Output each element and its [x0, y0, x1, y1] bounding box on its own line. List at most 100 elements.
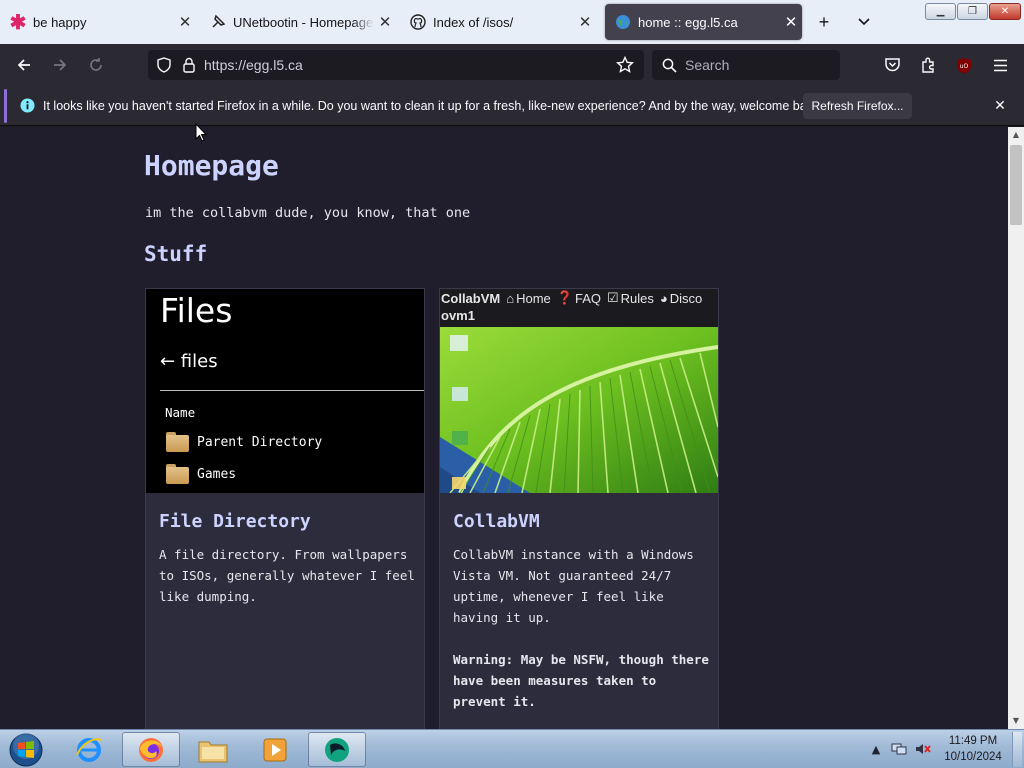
svg-text:uO: uO — [960, 63, 969, 70]
tab-strip: ✱ be happy ✕ UNetbootin - Homepage and..… — [0, 0, 1024, 44]
folder-icon — [166, 464, 189, 484]
tab-index-isos[interactable]: Index of /isos/ ✕ — [400, 4, 596, 40]
refresh-firefox-button[interactable]: Refresh Firefox... — [803, 93, 912, 119]
tab-title: be happy — [33, 14, 87, 30]
thumb-nav-home: Home — [516, 290, 551, 306]
firefox-icon — [139, 737, 163, 762]
thumb-navbar: CollabVM ⌂ Home ❓ FAQ ☑ Rules ◕ Disco — [441, 289, 702, 307]
search-icon — [662, 58, 677, 73]
pocket-icon — [884, 58, 900, 72]
thumb-subtitle: ovm1 — [441, 308, 475, 323]
close-icon[interactable]: ✕ — [574, 13, 596, 31]
clipboard-icon: ☑ — [606, 290, 619, 305]
restore-button[interactable]: ❐ — [957, 3, 988, 20]
taskbar-explorer[interactable] — [184, 732, 242, 767]
taskbar-firefox[interactable] — [122, 732, 180, 767]
tab-unetbootin[interactable]: UNetbootin - Homepage and... ✕ — [200, 4, 396, 40]
scroll-up-icon[interactable]: ▲ — [1008, 127, 1024, 141]
show-hidden-icons[interactable]: ▲ — [868, 741, 884, 757]
taskbar-internet-explorer[interactable] — [60, 732, 118, 767]
card-thumbnail[interactable]: CollabVM ⌂ Home ❓ FAQ ☑ Rules ◕ Disco ovm1 — [440, 289, 718, 493]
vertical-scrollbar[interactable]: ▲ ▼ — [1008, 127, 1024, 729]
mouse-cursor-icon — [195, 123, 207, 142]
puzzle-icon — [921, 57, 934, 73]
tab-title: UNetbootin - Homepage and... — [233, 14, 374, 30]
chevron-down-icon — [858, 18, 870, 26]
pocket-button[interactable] — [880, 53, 904, 77]
card-description: CollabVM instance with a Windows Vista V… — [453, 547, 694, 625]
search-bar[interactable]: Search — [652, 50, 840, 80]
card-title[interactable]: File Directory — [159, 511, 311, 532]
list-item-label: Games — [197, 466, 237, 482]
card-file-directory[interactable]: Files ← files Name Parent Directory Game… — [145, 288, 425, 729]
card-title[interactable]: CollabVM — [453, 511, 540, 532]
ublock-origin-icon: uO — [957, 57, 971, 73]
tab-home-egg[interactable]: home :: egg.l5.ca ✕ — [605, 4, 802, 40]
star-icon[interactable] — [616, 56, 634, 74]
media-player-icon — [263, 738, 287, 761]
folder-icon — [166, 432, 189, 452]
info-icon — [20, 98, 35, 113]
taskbar-app[interactable] — [308, 732, 366, 767]
lock-icon[interactable] — [182, 57, 196, 73]
forward-button[interactable] — [48, 53, 72, 77]
tab-title: Index of /isos/ — [433, 14, 514, 30]
taskbar: ▲ 11:49 PM 10/10/2024 — [0, 729, 1024, 768]
back-button[interactable] — [12, 53, 36, 77]
close-window-button[interactable]: ✕ — [989, 3, 1021, 20]
card-collabvm[interactable]: CollabVM ⌂ Home ❓ FAQ ☑ Rules ◕ Disco ovm1 — [439, 288, 719, 729]
reload-button[interactable] — [84, 53, 108, 77]
network-icon[interactable] — [891, 741, 907, 757]
thumb-brand: CollabVM — [441, 290, 501, 306]
scrollbar-thumb[interactable] — [1010, 145, 1022, 225]
extensions-button[interactable] — [916, 53, 940, 77]
thumb-nav-faq: FAQ — [574, 290, 601, 306]
arrow-right-icon — [54, 59, 67, 71]
windows-orb-icon — [9, 732, 43, 766]
internet-explorer-icon — [76, 737, 102, 762]
list-item: Games — [166, 464, 236, 484]
discord-icon: ◕ — [659, 290, 668, 306]
intro-text: im the collabvm dude, you know, that one — [145, 205, 471, 221]
notification-message: It looks like you haven't started Firefo… — [43, 98, 823, 113]
divider — [160, 390, 424, 391]
page-title: Homepage — [144, 149, 279, 182]
pin-icon — [210, 14, 226, 30]
vm-screenshot — [440, 327, 718, 493]
card-thumbnail[interactable]: Files ← files Name Parent Directory Game… — [146, 289, 424, 493]
thumb-nav-rules: Rules — [620, 290, 654, 306]
list-all-tabs-button[interactable] — [851, 9, 877, 35]
scroll-down-icon[interactable]: ▼ — [1008, 713, 1024, 727]
taskbar-media-player[interactable] — [246, 732, 304, 767]
navigation-toolbar: https://egg.l5.ca Search uO — [0, 44, 1024, 86]
reload-icon — [90, 58, 102, 71]
minimize-button[interactable]: ▁ — [925, 3, 956, 20]
thumb-column-header: Name — [165, 405, 196, 420]
question-icon: ❓ — [556, 290, 573, 305]
start-button[interactable] — [6, 731, 46, 768]
system-clock[interactable]: 11:49 PM 10/10/2024 — [938, 733, 1008, 765]
show-desktop-button[interactable] — [1012, 732, 1022, 767]
page-content: Homepage im the collabvm dude, you know,… — [0, 127, 1008, 729]
app-icon — [325, 737, 349, 762]
home-icon: ⌂ — [506, 290, 515, 306]
shield-icon[interactable] — [156, 57, 172, 73]
ublock-button[interactable]: uO — [952, 53, 976, 77]
new-tab-button[interactable]: + — [811, 9, 837, 35]
thumb-heading: Files — [160, 291, 233, 330]
close-icon[interactable]: ✕ — [374, 13, 396, 31]
card-description: A file directory. From wallpapers to ISO… — [159, 547, 415, 604]
volume-muted-icon[interactable] — [915, 741, 931, 757]
arrow-left-icon — [17, 59, 30, 71]
close-icon[interactable]: ✕ — [780, 13, 802, 31]
menu-button[interactable] — [988, 53, 1012, 77]
close-icon[interactable]: ✕ — [174, 13, 196, 31]
globe-icon — [615, 14, 631, 30]
search-placeholder[interactable]: Search — [685, 57, 729, 73]
url-text[interactable]: https://egg.l5.ca — [204, 57, 303, 73]
tab-be-happy[interactable]: ✱ be happy ✕ — [0, 4, 196, 40]
close-icon[interactable]: ✕ — [990, 96, 1010, 116]
thumb-nav-discord: Disco — [669, 290, 703, 306]
clock-date: 10/10/2024 — [944, 751, 1002, 763]
url-bar[interactable]: https://egg.l5.ca — [148, 50, 644, 80]
